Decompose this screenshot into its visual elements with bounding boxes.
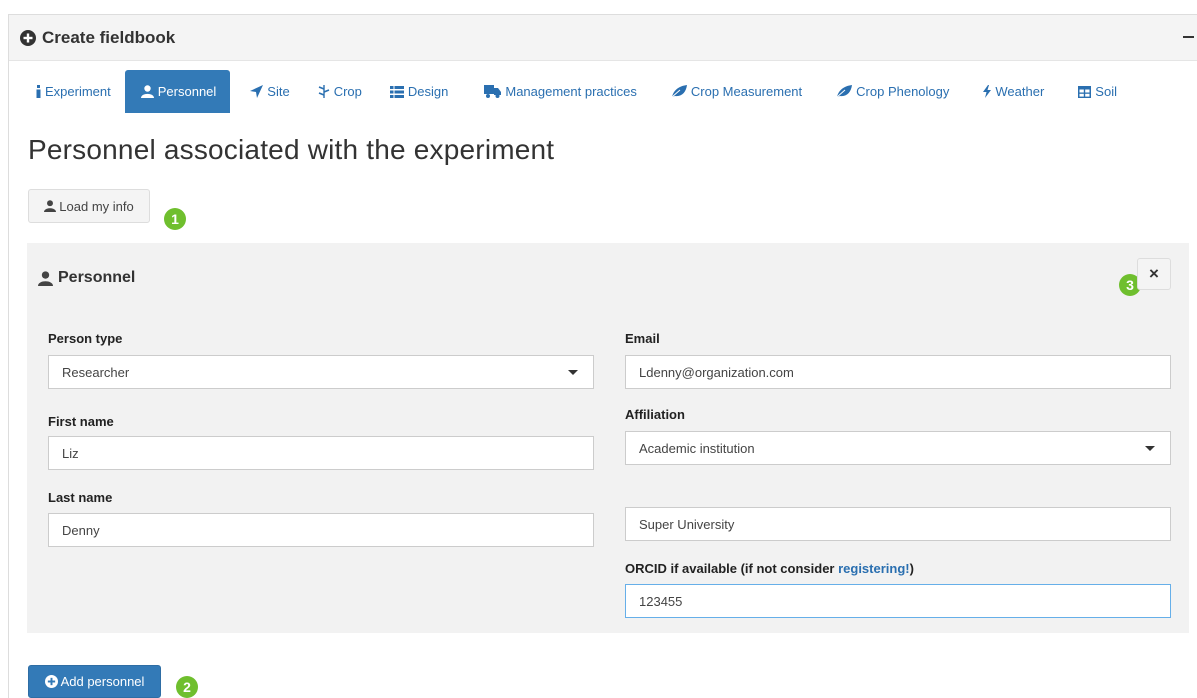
orcid-label-prefix: ORCID if available (if not consider	[625, 561, 839, 576]
tab-label: Site	[267, 84, 290, 99]
page-title: Personnel associated with the experiment	[28, 134, 555, 165]
add-personnel-label: Add personnel	[60, 674, 145, 689]
institution-name-field[interactable]: Super University	[625, 507, 1171, 541]
tab-label: Crop Measurement	[690, 84, 803, 99]
orcid-field[interactable]: 123455	[625, 584, 1171, 618]
pagelines-icon	[318, 85, 330, 98]
tab-soil[interactable]: Soil	[1058, 70, 1119, 113]
tab-bar: Experiment Personnel Site Crop Design Ma…	[20, 70, 1119, 113]
affiliation-label: Affiliation	[625, 407, 685, 422]
leaf-icon	[671, 85, 687, 98]
tab-crop[interactable]: Crop	[304, 70, 376, 113]
tab-label: Experiment	[45, 84, 111, 99]
panel-title: Personnel	[38, 269, 135, 287]
chevron-down-icon	[1145, 446, 1155, 451]
user-icon	[44, 200, 57, 212]
tab-label: Crop	[333, 84, 362, 99]
leaf-icon	[836, 85, 853, 98]
tab-design[interactable]: Design	[376, 70, 462, 113]
tab-label: Management practices	[505, 84, 637, 99]
person-type-value: Researcher	[62, 364, 130, 380]
first-name-field[interactable]: Liz	[48, 436, 594, 470]
email-value: Ldenny@organization.com	[639, 364, 794, 380]
tab-site[interactable]: Site	[230, 70, 303, 113]
email-field[interactable]: Ldenny@organization.com	[625, 355, 1171, 389]
person-type-label: Person type	[48, 331, 123, 346]
table-icon	[1078, 85, 1092, 98]
user-icon	[140, 85, 154, 98]
tab-crop-measurement[interactable]: Crop Measurement	[651, 70, 816, 113]
add-personnel-button[interactable]: Add personnel	[28, 665, 161, 698]
annotation-badge-1: 1	[164, 208, 186, 230]
box-title: Create fieldbook	[42, 27, 176, 47]
bolt-icon	[983, 85, 992, 98]
box-header: Create fieldbook	[9, 15, 1197, 61]
tab-weather[interactable]: Weather	[963, 70, 1058, 113]
th-list-icon	[389, 85, 404, 98]
truck-icon	[484, 85, 502, 98]
person-type-select[interactable]: Researcher	[48, 355, 594, 389]
tab-crop-phenology[interactable]: Crop Phenology	[816, 70, 963, 113]
load-my-info-button[interactable]: Load my info	[28, 189, 150, 223]
tab-label: Design	[407, 84, 449, 99]
affiliation-value: Academic institution	[639, 440, 755, 456]
collapse-button[interactable]	[1181, 27, 1195, 47]
registering-link[interactable]: registering!	[838, 561, 910, 576]
personnel-panel: Personnel 3 × Person type Researcher Fir…	[27, 243, 1189, 633]
first-name-value: Liz	[62, 445, 79, 461]
panel-title-label: Personnel	[58, 269, 136, 286]
affiliation-select[interactable]: Academic institution	[625, 431, 1171, 465]
plus-circle-icon	[20, 29, 36, 46]
chevron-down-icon	[568, 370, 578, 375]
orcid-label: ORCID if available (if not consider regi…	[625, 561, 914, 576]
tab-management-practices[interactable]: Management practices	[462, 70, 651, 113]
tab-label: Soil	[1095, 84, 1117, 99]
tab-experiment[interactable]: Experiment	[20, 70, 125, 113]
tab-label: Crop Phenology	[856, 84, 950, 99]
last-name-label: Last name	[48, 490, 113, 505]
tab-personnel[interactable]: Personnel	[124, 70, 231, 113]
tab-label: Weather	[995, 84, 1045, 99]
email-label: Email	[625, 331, 660, 346]
plus-circle-icon	[44, 675, 58, 688]
orcid-value: 123455	[639, 593, 683, 609]
orcid-label-suffix: )	[909, 561, 914, 576]
user-icon	[38, 270, 53, 286]
remove-personnel-button[interactable]: ×	[1137, 258, 1171, 290]
annotation-badge-2: 2	[176, 676, 198, 698]
first-name-label: First name	[48, 414, 114, 429]
location-arrow-icon	[250, 85, 264, 98]
info-icon	[36, 85, 41, 98]
last-name-field[interactable]: Denny	[48, 513, 594, 547]
institution-name-value: Super University	[639, 516, 735, 532]
minus-icon	[1182, 36, 1194, 38]
last-name-value: Denny	[62, 522, 100, 538]
load-my-info-label: Load my info	[59, 198, 134, 214]
tab-label: Personnel	[157, 84, 217, 99]
